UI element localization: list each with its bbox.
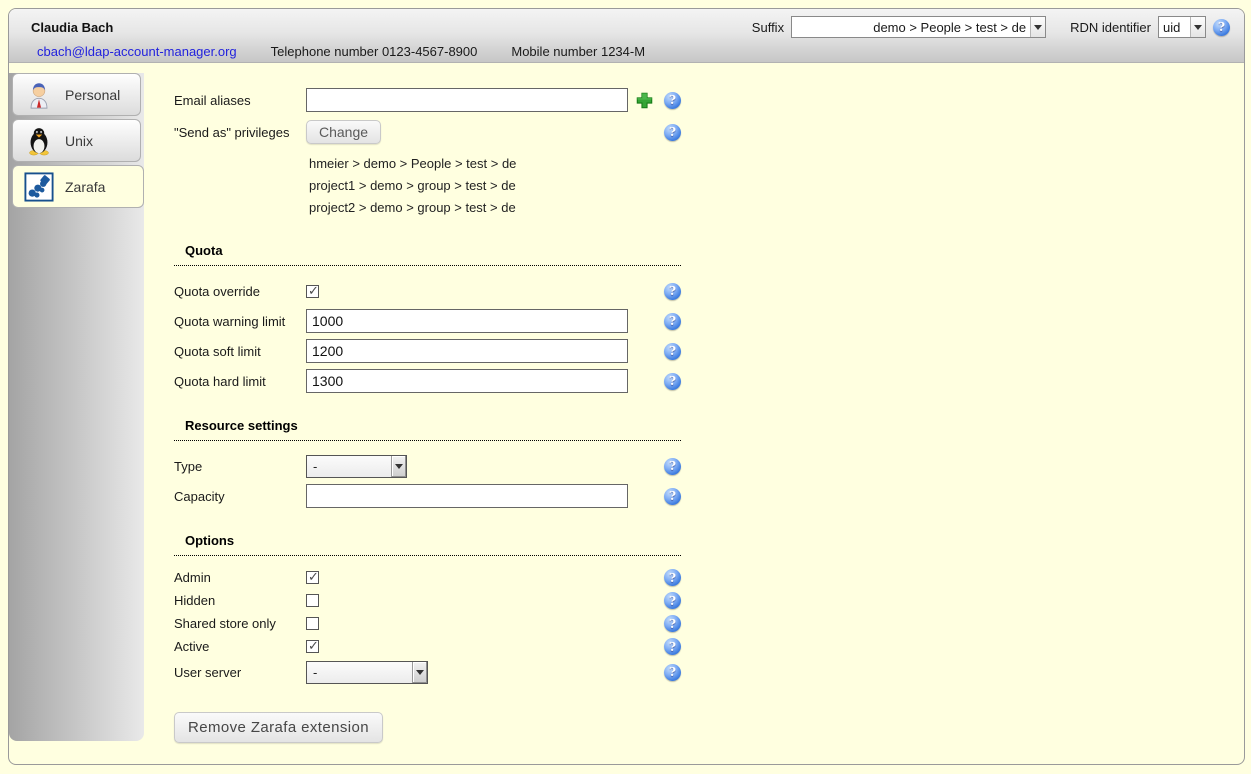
- admin-label: Admin: [174, 570, 306, 585]
- email-link[interactable]: cbach@ldap-account-manager.org: [37, 44, 237, 59]
- help-icon[interactable]: [664, 592, 681, 609]
- quota-override-checkbox[interactable]: [306, 285, 319, 298]
- change-send-as-button[interactable]: Change: [306, 120, 381, 144]
- help-icon[interactable]: [664, 343, 681, 360]
- help-icon[interactable]: [664, 373, 681, 390]
- mobile-number-text: Mobile number 1234-M: [511, 44, 645, 59]
- send-as-entry: hmeier > demo > People > test > de: [309, 153, 681, 175]
- quota-section-title: Quota: [185, 243, 223, 258]
- tab-personal[interactable]: Personal: [12, 73, 141, 116]
- resource-settings-section-header: Resource settings: [174, 418, 681, 441]
- capacity-input[interactable]: [306, 484, 628, 508]
- help-icon[interactable]: [664, 615, 681, 632]
- rdn-select-value: uid: [1159, 20, 1190, 35]
- tab-unix-label: Unix: [65, 133, 93, 149]
- help-icon[interactable]: [664, 664, 681, 681]
- quota-hard-limit-input[interactable]: [306, 369, 628, 393]
- shared-store-only-checkbox[interactable]: [306, 617, 319, 630]
- titlebar: Claudia Bach Suffix demo > People > test…: [9, 9, 1244, 63]
- send-as-entry: project1 > demo > group > test > de: [309, 175, 681, 197]
- send-as-privileges-label: "Send as" privileges: [174, 125, 306, 140]
- chevron-down-icon[interactable]: [1190, 17, 1205, 37]
- active-label: Active: [174, 639, 306, 654]
- tab-personal-label: Personal: [65, 87, 120, 103]
- help-icon[interactable]: [664, 488, 681, 505]
- tab-unix[interactable]: Unix: [12, 119, 141, 162]
- options-section-header: Options: [174, 533, 681, 556]
- help-icon[interactable]: [664, 569, 681, 586]
- type-select[interactable]: -: [306, 455, 407, 478]
- help-icon[interactable]: [1213, 19, 1230, 36]
- module-tab-sidebar: Personal: [9, 73, 144, 741]
- quota-override-label: Quota override: [174, 284, 306, 299]
- quota-section-header: Quota: [174, 243, 681, 266]
- remove-zarafa-extension-button[interactable]: Remove Zarafa extension: [174, 712, 383, 743]
- type-label: Type: [174, 459, 306, 474]
- hidden-checkbox[interactable]: [306, 594, 319, 607]
- help-icon[interactable]: [664, 92, 681, 109]
- send-as-entry-list: hmeier > demo > People > test > de proje…: [306, 149, 681, 221]
- rdn-identifier-label: RDN identifier: [1070, 20, 1151, 35]
- help-icon[interactable]: [664, 283, 681, 300]
- account-edit-panel: Claudia Bach Suffix demo > People > test…: [8, 8, 1245, 765]
- send-as-entry: project2 > demo > group > test > de: [309, 197, 681, 219]
- help-icon[interactable]: [664, 313, 681, 330]
- email-aliases-input[interactable]: [306, 88, 628, 112]
- user-server-select[interactable]: -: [306, 661, 428, 684]
- quota-hard-limit-label: Quota hard limit: [174, 374, 306, 389]
- quota-soft-limit-input[interactable]: [306, 339, 628, 363]
- chevron-down-icon[interactable]: [1030, 17, 1045, 37]
- chevron-down-icon[interactable]: [412, 662, 427, 683]
- help-icon[interactable]: [664, 124, 681, 141]
- quota-warning-limit-label: Quota warning limit: [174, 314, 306, 329]
- suffix-label: Suffix: [752, 20, 784, 35]
- suffix-select[interactable]: demo > People > test > de: [791, 16, 1046, 38]
- body-area: Personal: [9, 63, 1244, 765]
- rdn-identifier-select[interactable]: uid: [1158, 16, 1206, 38]
- telephone-number-text: Telephone number 0123-4567-8900: [271, 44, 478, 59]
- help-icon[interactable]: [664, 638, 681, 655]
- email-aliases-label: Email aliases: [174, 93, 306, 108]
- quota-soft-limit-label: Quota soft limit: [174, 344, 306, 359]
- hidden-label: Hidden: [174, 593, 306, 608]
- shared-store-only-label: Shared store only: [174, 616, 306, 631]
- tux-icon: [24, 126, 54, 156]
- person-icon: [24, 80, 54, 110]
- active-checkbox[interactable]: [306, 640, 319, 653]
- user-server-label: User server: [174, 665, 306, 680]
- admin-checkbox[interactable]: [306, 571, 319, 584]
- options-section-title: Options: [185, 533, 234, 548]
- help-icon[interactable]: [664, 458, 681, 475]
- type-select-value: -: [307, 459, 391, 474]
- chevron-down-icon[interactable]: [391, 456, 406, 477]
- capacity-label: Capacity: [174, 489, 306, 504]
- tab-zarafa-label: Zarafa: [65, 179, 105, 195]
- zarafa-icon: [24, 172, 54, 202]
- quota-warning-limit-input[interactable]: [306, 309, 628, 333]
- user-server-select-value: -: [307, 665, 412, 680]
- tab-zarafa[interactable]: Zarafa: [12, 165, 144, 208]
- add-email-alias-icon[interactable]: [636, 92, 653, 109]
- resource-settings-section-title: Resource settings: [185, 418, 298, 433]
- suffix-select-value: demo > People > test > de: [792, 20, 1030, 35]
- page-title: Claudia Bach: [31, 20, 113, 35]
- zarafa-settings-form: Email aliases "Send as" privileges Chang…: [174, 85, 681, 743]
